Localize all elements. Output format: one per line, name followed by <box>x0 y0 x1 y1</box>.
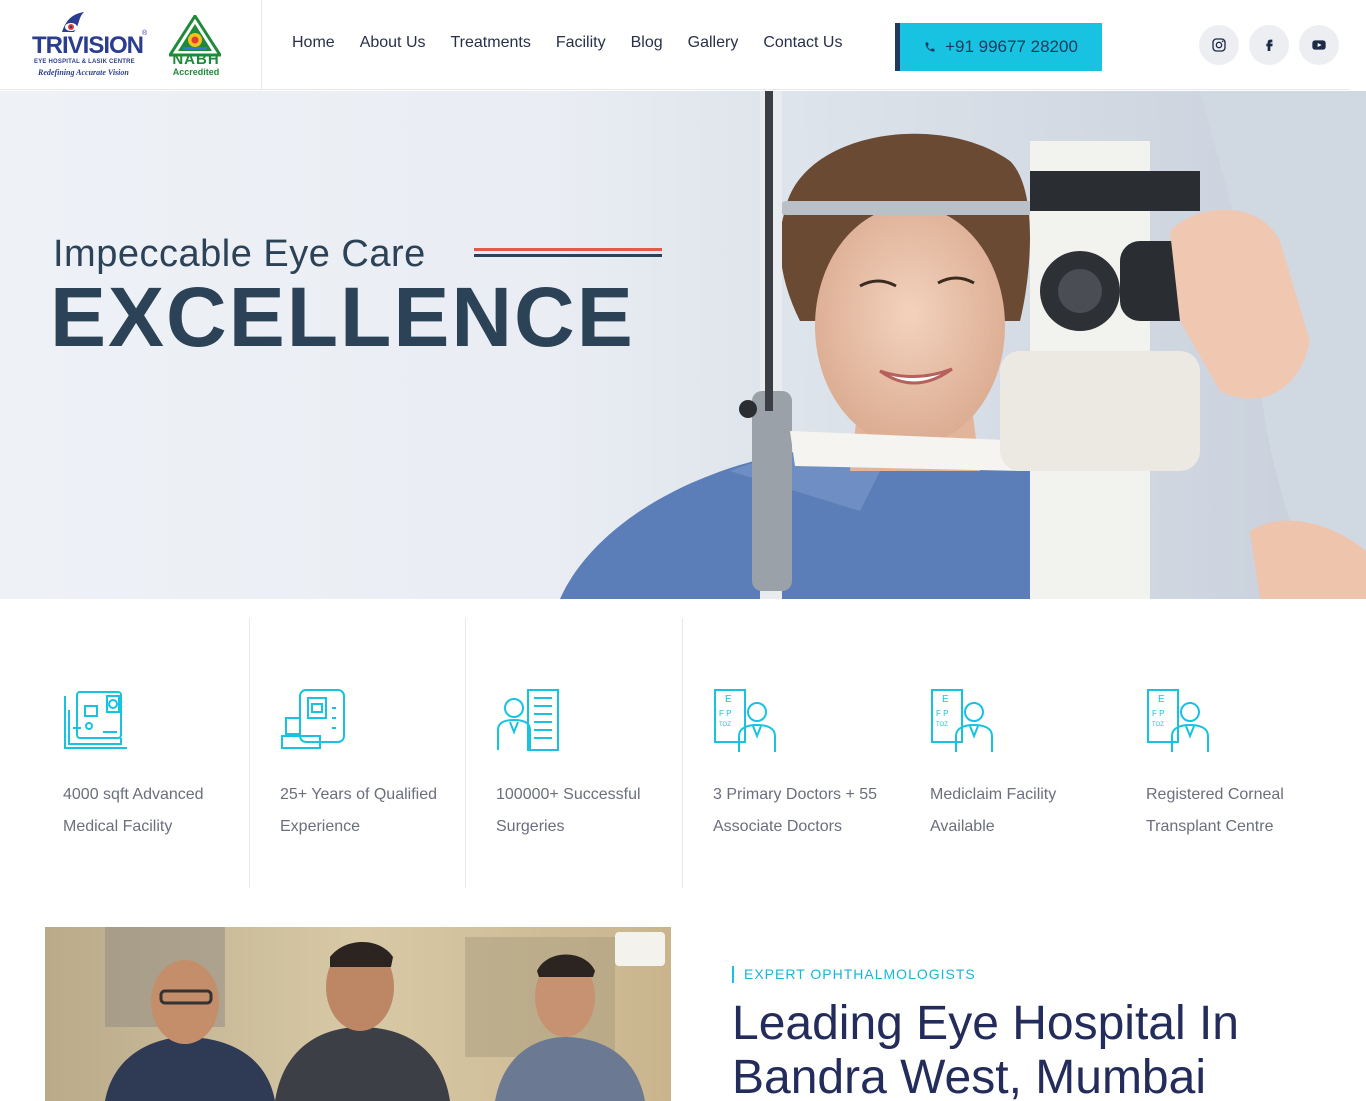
feature-text: 3 Primary Doctors + 55 Associate Doctors <box>713 786 878 835</box>
section-eyebrow: EXPERT OPHTHALMOLOGISTS <box>732 966 976 983</box>
navy-line <box>474 254 662 257</box>
feature-text: 25+ Years of Qualified Experience <box>280 786 438 835</box>
accredited-label: Accredited <box>172 67 220 77</box>
svg-text:TOZ: TOZ <box>719 722 731 728</box>
youtube-button[interactable] <box>1299 25 1339 65</box>
eye-chart-doctor-icon: E F P TOZ <box>1147 689 1209 752</box>
eye-chart-doctor-icon: E F P TOZ <box>931 689 993 752</box>
hero-photo-patient-eye-exam <box>560 91 1366 599</box>
logo-area: TRIVISION ® EYE HOSPITAL & LASIK CENTRE … <box>0 0 262 90</box>
phone-icon <box>925 42 935 52</box>
feature-item: 25+ Years of Qualified Experience <box>250 618 466 888</box>
registered-mark: ® <box>142 30 148 37</box>
brand-subtitle: EYE HOSPITAL & LASIK CENTRE <box>34 59 135 65</box>
svg-text:F P: F P <box>936 709 948 718</box>
nav-home[interactable]: Home <box>292 34 335 52</box>
instagram-button[interactable] <box>1199 25 1239 65</box>
brand-tagline: Redefining Accurate Vision <box>38 68 129 77</box>
nabh-badge: NABH Accredited <box>167 15 225 77</box>
nav-facility[interactable]: Facility <box>556 34 606 52</box>
hero-banner: Impeccable Eye Care EXCELLENCE <box>0 91 1366 599</box>
eye-exam-machine-icon <box>281 689 345 749</box>
facebook-button[interactable] <box>1249 25 1289 65</box>
nav-about-us[interactable]: About Us <box>360 34 426 52</box>
features-strip: 4000 sqft Advanced Medical Facility 25+ … <box>0 618 1366 888</box>
svg-text:TOZ: TOZ <box>1152 722 1164 728</box>
feature-item: E F P TOZ 3 Primary Doctors + 55 Associa… <box>683 618 900 888</box>
brand-name: TRIVISION <box>32 32 144 59</box>
doctors-photo-art <box>45 927 671 1101</box>
feature-text: Registered Corneal Transplant Centre <box>1146 786 1284 835</box>
youtube-icon <box>1312 40 1326 50</box>
svg-text:F P: F P <box>1152 709 1164 718</box>
trivision-logo[interactable]: TRIVISION ® EYE HOSPITAL & LASIK CENTRE … <box>32 12 152 82</box>
facebook-icon <box>1266 39 1273 51</box>
hero-decorative-lines <box>474 246 662 262</box>
feature-text: 4000 sqft Advanced Medical Facility <box>63 786 204 835</box>
eye-logo-icon <box>62 12 84 32</box>
svg-text:TOZ: TOZ <box>936 722 948 728</box>
svg-text:F P: F P <box>719 709 731 718</box>
medical-equipment-icon <box>64 691 127 749</box>
nav-blog[interactable]: Blog <box>631 34 663 52</box>
phone-number: +91 99677 28200 <box>945 37 1078 56</box>
eye-chart-doctor-icon: E F P TOZ <box>714 689 776 752</box>
main-nav: Home About Us Treatments Facility Blog G… <box>292 34 867 52</box>
red-line <box>474 248 662 251</box>
instagram-icon <box>1212 38 1226 52</box>
feature-item: 100000+ Successful Surgeries <box>466 618 683 888</box>
phone-call-button[interactable]: +91 99677 28200 <box>895 23 1102 71</box>
nav-treatments[interactable]: Treatments <box>451 34 531 52</box>
feature-text: 100000+ Successful Surgeries <box>496 786 641 835</box>
nav-contact-us[interactable]: Contact Us <box>763 34 842 52</box>
site-header: TRIVISION ® EYE HOSPITAL & LASIK CENTRE … <box>0 0 1350 90</box>
feature-item: E F P TOZ Mediclaim Facility Available <box>900 618 1117 888</box>
feature-item: 4000 sqft Advanced Medical Facility <box>33 618 250 888</box>
hero-headline: EXCELLENCE <box>50 270 635 364</box>
svg-text:E: E <box>942 694 949 705</box>
nabh-label: NABH <box>172 51 220 68</box>
svg-text:E: E <box>725 694 732 705</box>
svg-text:E: E <box>1158 694 1165 705</box>
section-title: Leading Eye Hospital In Bandra West, Mum… <box>732 997 1239 1101</box>
doctor-chart-icon <box>497 689 559 751</box>
feature-text: Mediclaim Facility Available <box>930 786 1057 835</box>
nav-gallery[interactable]: Gallery <box>688 34 739 52</box>
doctors-team-photo <box>45 927 671 1101</box>
feature-item: E F P TOZ Registered Corneal Transplant … <box>1116 618 1333 888</box>
